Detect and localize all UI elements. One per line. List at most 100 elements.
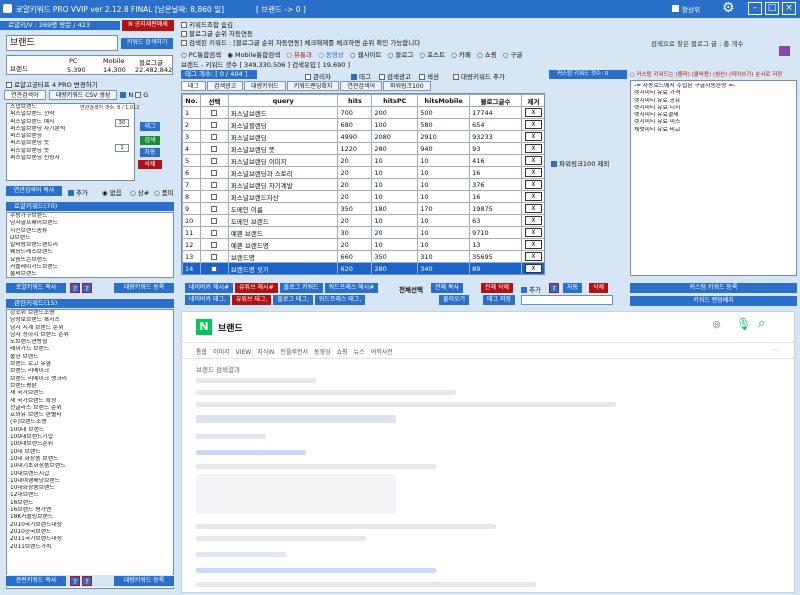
row-checkbox[interactable] — [211, 133, 218, 140]
list-item[interactable]: 렛지피티 유료 공유 — [631, 98, 796, 105]
grid-tab[interactable]: 검색광고 — [207, 81, 244, 91]
radio-cafe[interactable]: ○ 카페 — [451, 51, 471, 59]
export-button[interactable]: 유튜브 해시# — [235, 283, 278, 293]
export-button[interactable]: 블로그 태그, — [273, 295, 313, 305]
table-row[interactable]: 14 브랜드명 짓기 620 280 340 89 X — [182, 262, 544, 274]
export-button[interactable]: 유튜브 태그, — [231, 295, 272, 305]
row-select-cell[interactable] — [199, 202, 229, 215]
row-checkbox[interactable] — [211, 157, 218, 164]
browser-tab[interactable]: VIEW — [236, 349, 252, 356]
column-header[interactable]: 제거 — [520, 94, 544, 107]
list-item[interactable]: 2010한국브랜드 — [7, 529, 173, 536]
list-item[interactable]: 남자 정하지 브랜드 순위 — [7, 332, 173, 339]
save-tags-button[interactable]: 태그 저장 — [483, 295, 515, 305]
related-copy-button[interactable]: 연관검색어 복사 — [6, 186, 62, 196]
list-item[interactable]: 렛지피티 유료 피스 — [631, 119, 796, 126]
list-item[interactable]: 새 국가브랜드 확정 — [7, 398, 173, 405]
row-checkbox[interactable] — [211, 181, 218, 188]
list-item[interactable]: 10대여행배낭브랜드 — [7, 478, 173, 485]
radio-post[interactable]: ○ 포스트 — [419, 51, 445, 59]
list-item[interactable]: 2010국가브랜드대상 — [7, 522, 173, 529]
list-item[interactable]: 레이가드 브랜드 — [7, 346, 173, 353]
more-icon[interactable]: ⋯ — [772, 346, 779, 354]
list-item[interactable]: 12대브랜드 — [7, 492, 173, 499]
delete-button[interactable]: 삭제 — [138, 160, 162, 169]
help-icon[interactable]: ? — [70, 283, 80, 293]
tag-checkbox[interactable] — [351, 74, 357, 80]
browser-tab[interactable]: 이미지 — [213, 347, 230, 356]
table-row[interactable]: 7 퍼스널브랜딩 자기계발 20 10 10 376 X — [182, 178, 544, 191]
help-icon[interactable]: ? — [82, 576, 92, 586]
help-icon[interactable]: ? — [82, 283, 92, 293]
opt-product[interactable]: 품미 — [162, 189, 174, 197]
list-item[interactable]: 커플레이가드브랜드 — [7, 264, 173, 271]
remove-button[interactable]: X — [524, 192, 542, 201]
copy-all-button[interactable]: 전체 복사 — [431, 283, 463, 293]
grid-tab[interactable]: 연관검색어 — [340, 81, 382, 91]
row-select-cell[interactable] — [199, 166, 229, 179]
list-item[interactable]: 16브랜드 평가엔 — [7, 507, 173, 514]
list-item[interactable]: 지진브랜드종류 — [7, 228, 173, 235]
list-item[interactable]: 노브랜드연방점 — [7, 339, 173, 346]
hot-copy-button[interactable]: 로얄키워드 복사 — [6, 283, 66, 293]
tab-related[interactable]: 연관검색어 — [4, 90, 46, 100]
section-checkbox[interactable] — [419, 74, 425, 80]
always-on-top-checkbox[interactable] — [672, 5, 679, 12]
export-button[interactable]: 네이버카 해시# — [185, 283, 234, 293]
row-select-cell[interactable] — [199, 130, 229, 143]
list-item[interactable]: 브랜드평판 — [7, 383, 173, 390]
table-row[interactable]: 2 퍼스널블랜딩 680 100 580 654 X — [182, 118, 544, 131]
list-item[interactable]: 웨딩드레스브랜드 — [7, 249, 173, 256]
row-checkbox[interactable] — [211, 109, 218, 116]
row-select-cell[interactable] — [199, 214, 229, 227]
radio-pc[interactable]: ○ PC통합검색 — [181, 51, 221, 59]
list-item[interactable]: 남자골프웨어브랜드 — [7, 220, 173, 227]
browser-tab[interactable]: 쇼핑 — [337, 347, 348, 356]
help-icon[interactable]: ? — [70, 576, 80, 586]
row-checkbox[interactable] — [211, 217, 218, 224]
list-item[interactable]: -= 자동로드에서 수집된 구글자동완성 =- — [631, 83, 796, 90]
list-item[interactable]: 렛지피티 유료결제 — [631, 112, 796, 119]
column-header[interactable]: hits — [337, 94, 373, 107]
remove-button[interactable]: X — [524, 156, 542, 165]
list-item[interactable]: 브랜드 리메이크 — [7, 368, 173, 375]
num-input-1[interactable]: 30 — [115, 119, 129, 127]
related-register-button[interactable]: 대량키워드 등록 — [114, 576, 174, 586]
column-header[interactable]: hitsMobile — [417, 94, 471, 107]
opt-upper[interactable]: 상# — [138, 189, 149, 197]
save-input[interactable] — [521, 295, 613, 305]
auto-button[interactable]: 자동 — [140, 148, 160, 157]
list-item[interactable]: 칼바람브랜드팬트리 — [7, 242, 173, 249]
radio-shopping[interactable]: ○ 쇼핑 — [477, 51, 497, 59]
column-header[interactable]: hitsPC — [371, 94, 419, 107]
close-button[interactable]: × — [782, 2, 796, 15]
list-item[interactable]: 퍼스널브랜딩 — [7, 133, 134, 140]
table-row[interactable]: 6 퍼스널브랜딩과 스토리 20 10 10 16 X — [182, 166, 544, 179]
row-select-cell[interactable] — [199, 106, 229, 119]
remove-button[interactable]: X — [524, 240, 542, 249]
row-select-cell[interactable] — [199, 238, 229, 251]
browser-tab[interactable]: 뉴스 — [354, 347, 365, 356]
grid-icon[interactable] — [779, 46, 790, 56]
search-icon[interactable]: ⌕ — [758, 316, 765, 331]
tag-button[interactable]: 태그 — [140, 122, 160, 131]
list-item[interactable]: 체럿피티 유료 비교 — [631, 127, 796, 134]
row-select-cell[interactable] — [199, 262, 229, 274]
bulk-checkbox[interactable] — [453, 74, 459, 80]
row-checkbox[interactable] — [211, 205, 218, 212]
list-item[interactable]: 새 국가브랜드 — [7, 390, 173, 397]
naver-logo[interactable]: N — [196, 319, 212, 335]
maximize-button[interactable]: □ — [765, 2, 779, 15]
row-checkbox[interactable] — [211, 265, 218, 272]
list-item[interactable]: 퍼스널브랜드 전략 — [7, 111, 134, 118]
hot-register-button[interactable]: 대량키워드 등록 — [114, 283, 174, 293]
powerlink-checkbox[interactable] — [551, 161, 557, 167]
list-item[interactable]: 100대브랜드순위 — [7, 441, 173, 448]
help-icon[interactable]: ? — [549, 283, 559, 293]
export-button[interactable]: 네이버카 태그, — [185, 295, 230, 305]
add-all-checkbox[interactable] — [521, 287, 527, 293]
grid-tab[interactable]: 키워드랜딩확지 — [286, 81, 340, 91]
browser-tab[interactable]: 어학사전 — [371, 347, 393, 356]
remove-button[interactable]: X — [524, 252, 542, 261]
load-button[interactable]: 불러오기 — [439, 295, 470, 305]
